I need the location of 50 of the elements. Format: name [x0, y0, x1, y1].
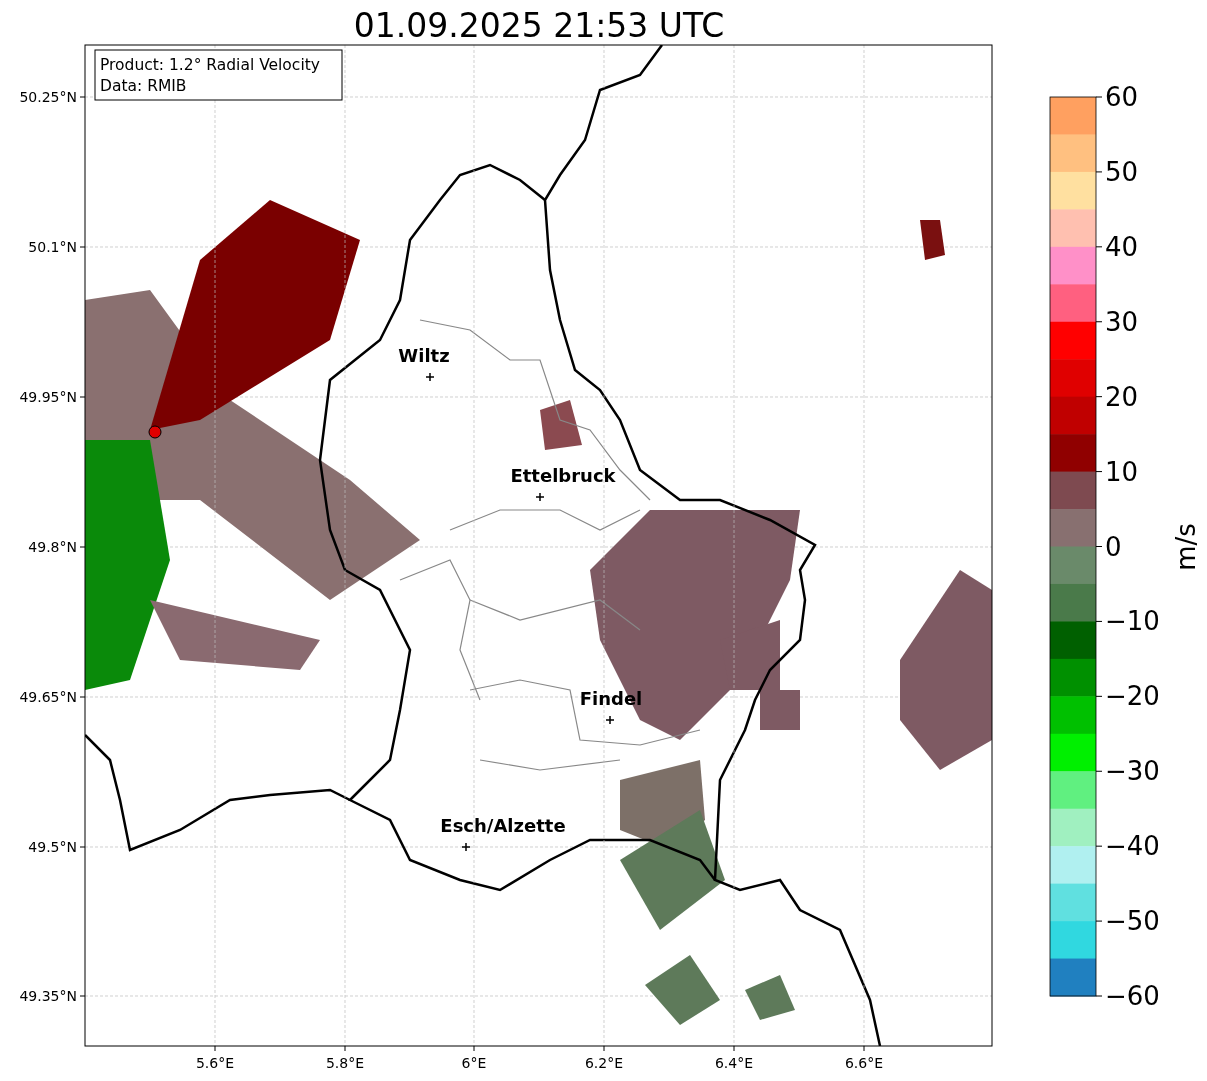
info-text: Product: 1.2° Radial Velocity	[100, 56, 320, 74]
axis-tick-label: 5.8°E	[325, 1055, 365, 1071]
tick-mark	[1095, 995, 1103, 997]
city-label: Esch/Alzette	[440, 815, 566, 836]
tick-mark	[1095, 920, 1103, 922]
colorbar-tick-label: −50	[1105, 906, 1160, 937]
tick-mark	[1095, 546, 1103, 547]
colorbar-tick-label: 10	[1105, 456, 1139, 487]
axis-tick-label: 50.25°N	[19, 89, 77, 105]
info-text: Data: RMIB	[100, 77, 187, 95]
axis-tick-label: 49.65°N	[19, 689, 77, 705]
colorbar-tick-label: −10	[1105, 606, 1160, 637]
colorbar-label: m/s	[1171, 523, 1201, 571]
axis-tick-label: 49.95°N	[19, 389, 77, 405]
tick-mark	[1095, 695, 1103, 697]
tick-mark	[1095, 620, 1103, 622]
axis-tick-label: 6.2°E	[584, 1055, 624, 1071]
axis-tick-label: 49.8°N	[28, 539, 77, 555]
tick-mark	[1095, 171, 1103, 173]
city-label: Ettelbruck	[510, 465, 616, 486]
axis-tick-label: 6°E	[461, 1055, 487, 1071]
tick-mark	[1095, 396, 1103, 398]
plus-marker-icon	[535, 492, 545, 502]
tick-mark	[1095, 321, 1103, 323]
colorbar-tick-label: −20	[1105, 681, 1160, 712]
colorbar-tick-label: 50	[1105, 156, 1139, 187]
colorbar-tick-label: 60	[1105, 82, 1139, 112]
plus-marker-icon	[425, 372, 435, 382]
axis-tick-label: 49.5°N	[28, 839, 77, 855]
colorbar-tick-label: 0	[1105, 531, 1122, 562]
city-label: Wiltz	[398, 345, 450, 366]
tick-mark	[1095, 471, 1103, 473]
colorbar-tick-label: 20	[1105, 381, 1139, 412]
colorbar-tick-label: −60	[1105, 981, 1160, 1011]
plus-marker-icon	[605, 715, 615, 725]
chart-title: 01.09.2025 21:53 UTC	[353, 6, 725, 45]
tick-mark	[1095, 246, 1103, 248]
axis-tick-label: 6.4°E	[714, 1055, 754, 1071]
axis-tick-label: 5.6°E	[195, 1055, 235, 1071]
colorbar-tick-label: 30	[1105, 306, 1139, 337]
axis-tick-label: 6.6°E	[844, 1055, 884, 1071]
colorbar-tick-label: −30	[1105, 756, 1160, 787]
tick-mark	[1095, 770, 1103, 772]
colorbar-tick-label: 40	[1105, 231, 1139, 262]
plus-marker-icon	[461, 842, 471, 852]
axis-tick-label: 50.1°N	[28, 239, 77, 255]
tick-mark	[1095, 845, 1103, 847]
axis-tick-label: 49.35°N	[19, 988, 77, 1004]
tick-mark	[1095, 96, 1103, 98]
colorbar-tick-label: −40	[1105, 831, 1160, 862]
